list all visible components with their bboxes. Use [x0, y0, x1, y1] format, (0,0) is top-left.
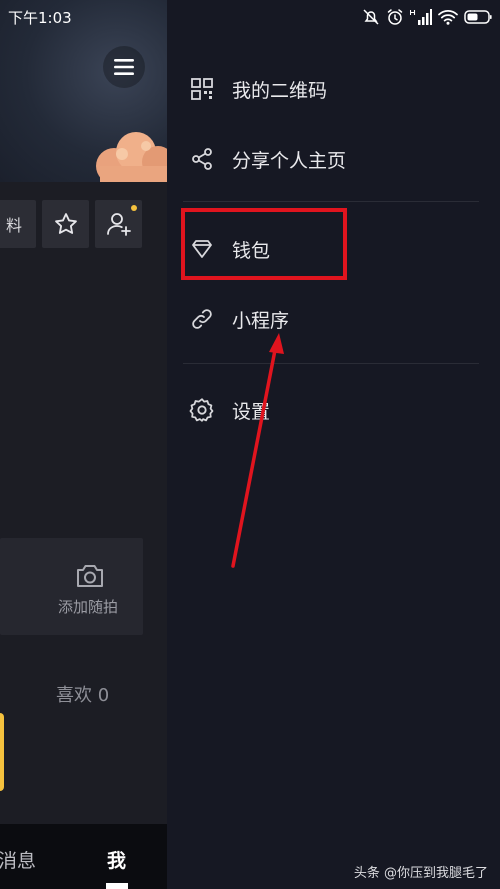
wifi-icon	[438, 10, 458, 25]
signal-icon	[410, 9, 432, 25]
status-icons	[362, 7, 492, 27]
status-bar: 下午1:03	[0, 0, 500, 34]
status-time: 下午1:03	[8, 9, 72, 27]
watermark: 头条 @你压到我腿毛了	[353, 866, 488, 881]
bell-muted-icon	[363, 9, 379, 25]
battery-icon	[464, 10, 492, 24]
red-arrow-annotation	[231, 333, 284, 568]
alarm-icon	[387, 9, 403, 25]
